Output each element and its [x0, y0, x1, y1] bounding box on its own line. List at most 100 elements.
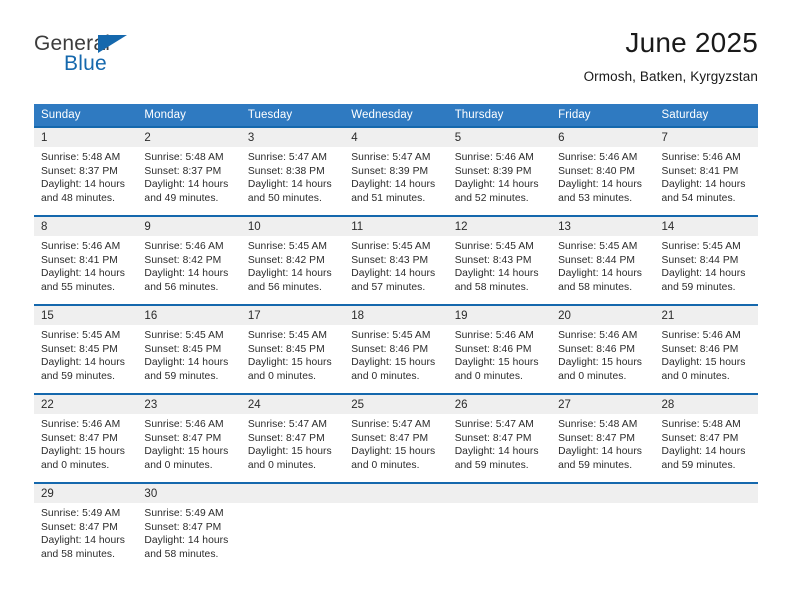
sunset-text: Sunset: 8:46 PM — [351, 343, 429, 355]
sunset-text: Sunset: 8:47 PM — [41, 432, 118, 444]
calendar-day-cell[interactable]: 11 Sunrise: 5:45 AM Sunset: 8:43 PM Dayligh… — [344, 215, 448, 305]
day-cell-details: Sunrise: 5:45 AM Sunset: 8:43 PM Daylight:… — [448, 236, 551, 294]
calendar-day-cell[interactable]: 1 Sunrise: 5:48 AM Sunset: 8:37 PM Daylight… — [34, 126, 138, 216]
daylight-text-line1: Daylight: 15 hours — [454, 357, 539, 369]
day-number: 17 — [240, 306, 345, 325]
sunset-text: Sunset: 8:47 PM — [661, 432, 739, 444]
day-of-week-header-row: Sunday Monday Tuesday Wednesday Thursday… — [34, 104, 758, 127]
calendar-day-cell[interactable]: 29 Sunrise: 5:49 AM Sunset: 8:47 PM Dayligh… — [34, 482, 138, 572]
day-number: 13 — [551, 217, 655, 236]
daylight-text-line1: Daylight: 14 hours — [144, 535, 229, 547]
day-cell-inner — [240, 484, 345, 572]
column-header-saturday: Saturday — [654, 104, 758, 127]
page-title: June 2025 — [625, 27, 758, 58]
sunset-text: Sunset: 8:47 PM — [351, 432, 429, 444]
calendar-day-cell[interactable]: 17 Sunrise: 5:45 AM Sunset: 8:45 PM Dayligh… — [240, 304, 345, 394]
sunrise-text: Sunrise: 5:48 AM — [558, 419, 638, 430]
day-cell-details: Sunrise: 5:45 AM Sunset: 8:44 PM Daylight:… — [551, 236, 654, 294]
day-cell-inner: 26 Sunrise: 5:47 AM Sunset: 8:47 PM Dayligh… — [447, 395, 552, 482]
calendar-day-cell[interactable]: 6 Sunrise: 5:46 AM Sunset: 8:40 PM Daylight… — [551, 126, 655, 216]
calendar-day-cell[interactable]: 13 Sunrise: 5:45 AM Sunset: 8:44 PM Dayligh… — [551, 215, 655, 305]
daylight-text-line2: and 56 minutes. — [144, 281, 219, 293]
day-cell-details: Sunrise: 5:45 AM Sunset: 8:46 PM Daylight:… — [344, 325, 447, 383]
calendar-day-cell[interactable]: 20 Sunrise: 5:46 AM Sunset: 8:46 PM Dayligh… — [551, 304, 655, 394]
day-cell-inner — [551, 484, 655, 572]
sunset-text: Sunset: 8:47 PM — [454, 432, 532, 444]
day-cell-inner: 11 Sunrise: 5:45 AM Sunset: 8:43 PM Dayligh… — [344, 217, 448, 304]
daylight-text-line2: and 48 minutes. — [41, 192, 116, 204]
calendar-day-cell[interactable]: 21 Sunrise: 5:46 AM Sunset: 8:46 PM Dayligh… — [654, 304, 758, 394]
calendar-day-cell[interactable]: 14 Sunrise: 5:45 AM Sunset: 8:44 PM Dayligh… — [654, 215, 758, 305]
calendar-day-cell[interactable]: 16 Sunrise: 5:45 AM Sunset: 8:45 PM Dayligh… — [137, 304, 241, 394]
day-cell-details: Sunrise: 5:46 AM Sunset: 8:47 PM Daylight:… — [137, 414, 240, 472]
day-cell-details: Sunrise: 5:46 AM Sunset: 8:46 PM Daylight:… — [448, 325, 551, 383]
daylight-text-line2: and 59 minutes. — [144, 370, 219, 382]
calendar-day-cell[interactable]: 10 Sunrise: 5:45 AM Sunset: 8:42 PM Dayligh… — [240, 215, 345, 305]
location-subtitle: Ormosh, Batken, Kyrgyzstan — [583, 69, 758, 84]
sunset-text: Sunset: 8:43 PM — [351, 254, 429, 266]
sunrise-text: Sunrise: 5:46 AM — [41, 241, 121, 252]
day-cell-inner: 5 Sunrise: 5:46 AM Sunset: 8:39 PM Daylight… — [447, 128, 552, 215]
sunset-text: Sunset: 8:39 PM — [351, 165, 429, 177]
calendar-week-row: 22 Sunrise: 5:46 AM Sunset: 8:47 PM Dayligh… — [34, 393, 758, 483]
sunrise-text: Sunrise: 5:45 AM — [351, 241, 431, 252]
day-cell-inner: 20 Sunrise: 5:46 AM Sunset: 8:46 PM Dayligh… — [551, 306, 655, 393]
daylight-text-line2: and 59 minutes. — [41, 370, 116, 382]
calendar-day-cell[interactable]: 26 Sunrise: 5:47 AM Sunset: 8:47 PM Dayligh… — [447, 393, 552, 483]
calendar-day-cell[interactable]: 15 Sunrise: 5:45 AM Sunset: 8:45 PM Dayligh… — [34, 304, 138, 394]
daylight-text-line2: and 0 minutes. — [247, 370, 317, 382]
day-number: 16 — [137, 306, 241, 325]
day-number: 21 — [654, 306, 758, 325]
day-cell-inner: 15 Sunrise: 5:45 AM Sunset: 8:45 PM Dayligh… — [34, 306, 138, 393]
daylight-text-line1: Daylight: 14 hours — [558, 268, 643, 280]
calendar-day-cell[interactable]: 25 Sunrise: 5:47 AM Sunset: 8:47 PM Dayligh… — [344, 393, 448, 483]
day-number: 1 — [34, 128, 138, 147]
calendar-week-row: 15 Sunrise: 5:45 AM Sunset: 8:45 PM Dayligh… — [34, 304, 758, 394]
day-number — [240, 484, 345, 503]
calendar-day-cell[interactable]: 19 Sunrise: 5:46 AM Sunset: 8:46 PM Dayligh… — [447, 304, 552, 394]
sunrise-text: Sunrise: 5:47 AM — [454, 419, 534, 430]
day-cell-inner: 28 Sunrise: 5:48 AM Sunset: 8:47 PM Dayligh… — [654, 395, 758, 482]
calendar-day-cell[interactable]: 30 Sunrise: 5:49 AM Sunset: 8:47 PM Dayligh… — [137, 482, 241, 572]
calendar-day-cell[interactable]: 18 Sunrise: 5:45 AM Sunset: 8:46 PM Dayligh… — [344, 304, 448, 394]
calendar-day-cell[interactable]: 5 Sunrise: 5:46 AM Sunset: 8:39 PM Daylight… — [447, 126, 552, 216]
day-cell-details: Sunrise: 5:47 AM Sunset: 8:38 PM Daylight:… — [241, 147, 344, 205]
calendar-day-cell[interactable]: 27 Sunrise: 5:48 AM Sunset: 8:47 PM Dayligh… — [551, 393, 655, 483]
daylight-text-line1: Daylight: 14 hours — [41, 268, 125, 280]
calendar-day-cell[interactable]: 2 Sunrise: 5:48 AM Sunset: 8:37 PM Daylight… — [137, 126, 241, 216]
calendar-day-cell[interactable]: 3 Sunrise: 5:47 AM Sunset: 8:38 PM Daylight… — [240, 126, 345, 216]
daylight-text-line2: and 57 minutes. — [351, 281, 426, 293]
brand-logo[interactable]: General Blue — [34, 32, 234, 88]
day-cell-details: Sunrise: 5:46 AM Sunset: 8:39 PM Daylight:… — [448, 147, 551, 205]
daylight-text-line1: Daylight: 14 hours — [247, 179, 332, 191]
calendar-day-cell[interactable]: 12 Sunrise: 5:45 AM Sunset: 8:43 PM Dayligh… — [447, 215, 552, 305]
daylight-text-line1: Daylight: 15 hours — [351, 446, 436, 458]
calendar-day-cell[interactable]: 22 Sunrise: 5:46 AM Sunset: 8:47 PM Dayligh… — [34, 393, 138, 483]
calendar-day-cell[interactable]: 23 Sunrise: 5:46 AM Sunset: 8:47 PM Dayligh… — [137, 393, 241, 483]
day-cell-inner: 24 Sunrise: 5:47 AM Sunset: 8:47 PM Dayligh… — [240, 395, 345, 482]
daylight-text-line2: and 51 minutes. — [351, 192, 426, 204]
sunrise-text: Sunrise: 5:45 AM — [661, 241, 741, 252]
sunrise-text: Sunrise: 5:49 AM — [41, 508, 121, 519]
sunrise-text: Sunrise: 5:45 AM — [558, 241, 638, 252]
day-cell-details: Sunrise: 5:49 AM Sunset: 8:47 PM Daylight:… — [137, 503, 240, 561]
day-cell-details: Sunrise: 5:46 AM Sunset: 8:42 PM Daylight:… — [137, 236, 240, 294]
title-block: June 2025 Ormosh, Batken, Kyrgyzstan — [584, 26, 758, 87]
daylight-text-line1: Daylight: 15 hours — [247, 446, 332, 458]
day-number: 10 — [240, 217, 345, 236]
calendar-day-cell[interactable]: 24 Sunrise: 5:47 AM Sunset: 8:47 PM Dayligh… — [240, 393, 345, 483]
calendar-day-cell[interactable]: 28 Sunrise: 5:48 AM Sunset: 8:47 PM Dayligh… — [654, 393, 758, 483]
calendar-day-cell-empty — [551, 482, 655, 572]
day-cell-inner: 21 Sunrise: 5:46 AM Sunset: 8:46 PM Dayligh… — [654, 306, 758, 393]
day-cell-inner: 27 Sunrise: 5:48 AM Sunset: 8:47 PM Dayligh… — [551, 395, 655, 482]
sunset-text: Sunset: 8:44 PM — [558, 254, 635, 266]
daylight-text-line1: Daylight: 14 hours — [558, 179, 643, 191]
calendar-day-cell[interactable]: 8 Sunrise: 5:46 AM Sunset: 8:41 PM Daylight… — [34, 215, 138, 305]
sunrise-text: Sunrise: 5:46 AM — [144, 419, 224, 430]
calendar-day-cell[interactable]: 4 Sunrise: 5:47 AM Sunset: 8:39 PM Daylight… — [344, 126, 448, 216]
calendar-day-cell[interactable]: 7 Sunrise: 5:46 AM Sunset: 8:41 PM Daylight… — [654, 126, 758, 216]
day-cell-details: Sunrise: 5:46 AM Sunset: 8:46 PM Daylight:… — [551, 325, 654, 383]
day-cell-inner: 18 Sunrise: 5:45 AM Sunset: 8:46 PM Dayligh… — [344, 306, 448, 393]
calendar-day-cell[interactable]: 9 Sunrise: 5:46 AM Sunset: 8:42 PM Daylight… — [137, 215, 241, 305]
day-number: 14 — [654, 217, 758, 236]
